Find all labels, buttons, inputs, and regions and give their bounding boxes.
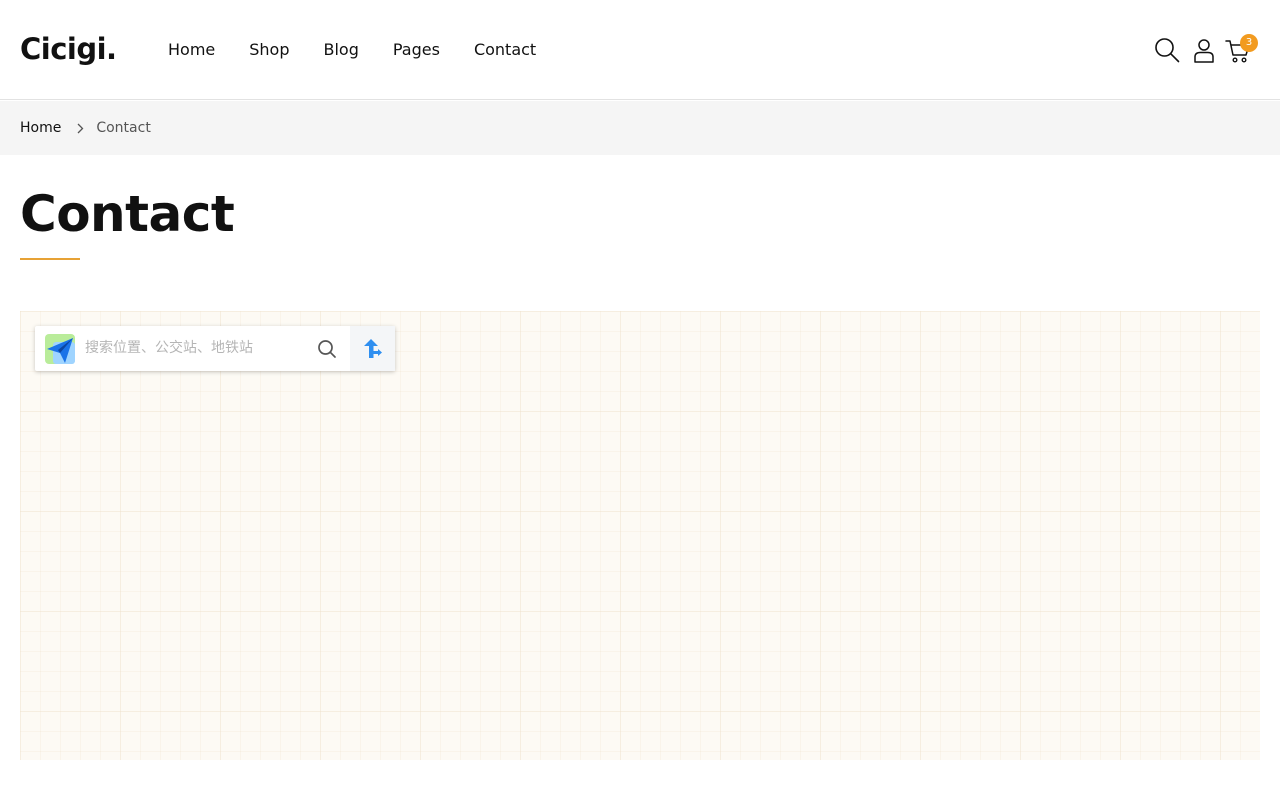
page-title: Contact <box>20 185 235 243</box>
title-underline <box>20 258 80 260</box>
site-logo[interactable]: Cicigi. <box>20 29 117 69</box>
map-search-input[interactable] <box>85 335 305 361</box>
nav-home[interactable]: Home <box>168 38 215 62</box>
route-icon <box>363 338 382 358</box>
map-logo-icon <box>45 334 75 364</box>
nav-contact[interactable]: Contact <box>474 38 536 62</box>
main-nav: Home Shop Blog Pages Contact <box>168 38 570 62</box>
map-search-box <box>35 326 395 371</box>
user-icon[interactable] <box>1193 38 1215 64</box>
nav-pages[interactable]: Pages <box>393 38 440 62</box>
search-icon[interactable] <box>317 339 337 359</box>
map-canvas[interactable] <box>20 311 1260 760</box>
breadcrumb-home[interactable]: Home <box>20 118 61 138</box>
nav-shop[interactable]: Shop <box>249 38 289 62</box>
breadcrumb: Home Contact <box>20 118 151 138</box>
breadcrumb-bar: Home Contact <box>0 101 1280 155</box>
nav-blog[interactable]: Blog <box>324 38 359 62</box>
chevron-right-icon <box>77 123 84 134</box>
breadcrumb-current: Contact <box>96 120 151 136</box>
site-header: Cicigi. Home Shop Blog Pages Contact 3 <box>0 0 1280 100</box>
route-button[interactable] <box>350 326 395 371</box>
cart-count-badge: 3 <box>1240 34 1258 52</box>
search-icon[interactable] <box>1154 37 1180 63</box>
